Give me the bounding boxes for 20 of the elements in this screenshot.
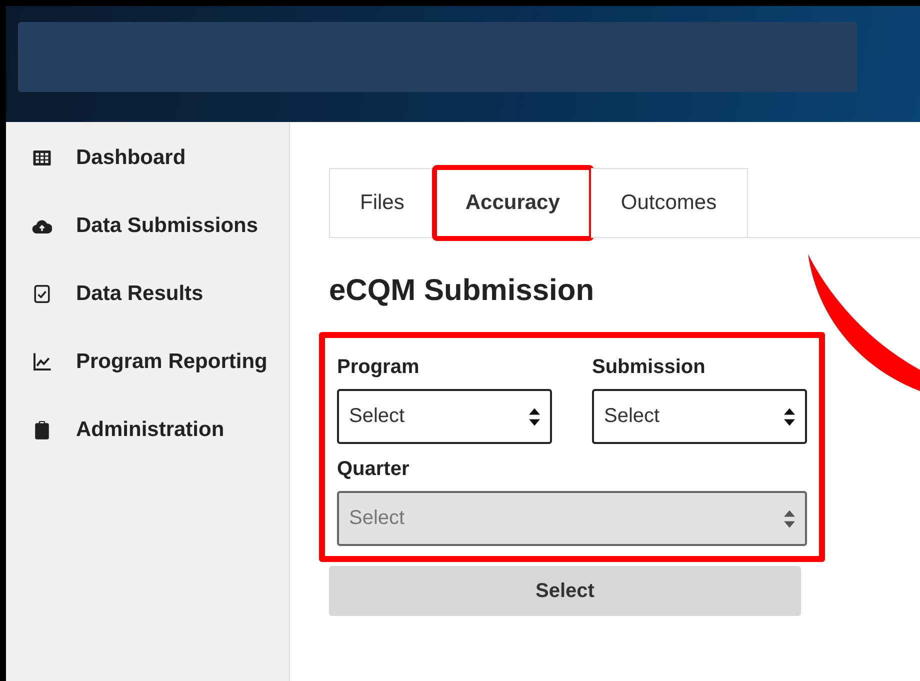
grid-icon: [32, 148, 52, 168]
sort-arrows-icon: [529, 408, 540, 426]
field-label: Program: [337, 356, 420, 379]
checkbox-icon: [32, 284, 52, 304]
field-label: Quarter: [337, 458, 410, 481]
sort-arrows-icon: [784, 510, 795, 528]
line-chart-icon: [32, 352, 52, 372]
sidebar-item[interactable]: Data Submissions: [6, 212, 289, 240]
select-field[interactable]: Select: [592, 389, 807, 444]
clipboard-icon: [32, 420, 52, 440]
select-field[interactable]: Select: [337, 389, 552, 444]
sidebar-item[interactable]: Dashboard: [6, 144, 289, 172]
field-label: Submission: [592, 356, 706, 379]
tab[interactable]: Accuracy: [435, 168, 591, 238]
sidebar-item[interactable]: Administration: [6, 416, 289, 444]
sidebar-item[interactable]: Data Results: [6, 280, 289, 308]
tab[interactable]: Outcomes: [590, 168, 748, 238]
page-heading: eCQM Submission: [329, 274, 596, 308]
sidebar-item[interactable]: Program Reporting: [6, 348, 289, 376]
sort-arrows-icon: [784, 408, 795, 426]
